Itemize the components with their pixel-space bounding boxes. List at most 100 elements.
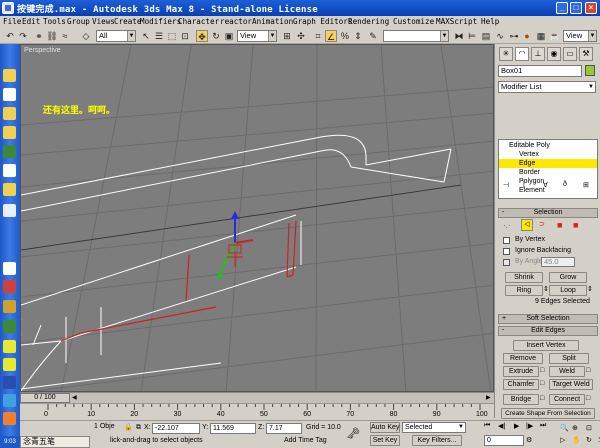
arc-rotate-icon[interactable]: ↻ [586,436,592,444]
app-launch-icon[interactable] [3,164,16,177]
render-scene-icon[interactable]: ▦ [535,30,547,42]
reference-coordinate-dropdown[interactable]: View ▼ [237,30,277,42]
play-icon[interactable]: ▶ [514,422,519,430]
display-tab-icon[interactable]: ▭ [563,47,577,61]
goto-start-icon[interactable]: ⏮ [484,422,490,430]
menu-help[interactable]: Help [481,17,499,26]
app-launch-icon[interactable] [3,145,16,158]
weld-button[interactable]: Weld [549,366,585,377]
app-launch-icon[interactable] [3,262,16,275]
set-key-button[interactable]: Set Key [370,435,400,446]
previous-key-icon[interactable]: ◀| [498,422,505,430]
tray-icon[interactable] [3,412,16,425]
remove-button[interactable]: Remove [503,353,543,364]
tray-icon[interactable] [3,300,16,313]
field-of-view-icon[interactable]: ▷ [560,436,565,444]
quick-render-icon[interactable]: ☕ [549,30,561,42]
curve-editor-icon[interactable]: ∿ [494,30,506,42]
folder-icon[interactable] [3,126,16,139]
maximize-button[interactable]: □ [570,2,582,14]
add-time-tag[interactable]: Add Time Tag [284,437,327,444]
by-angle-checkbox[interactable] [503,259,510,266]
menu-rendering[interactable]: Rendering [348,17,389,26]
transform-gizmo[interactable] [215,211,254,279]
percent-snap-icon[interactable]: % [339,30,351,42]
create-tab-icon[interactable]: ✳ [499,47,513,61]
stack-item-edge[interactable]: Edge [499,159,597,168]
spinner-snap-icon[interactable]: ⇕ [352,30,364,42]
mirror-icon[interactable]: ⧓ [453,30,465,42]
weld-settings-icon[interactable]: □ [586,367,590,374]
motion-tab-icon[interactable]: ◉ [547,47,561,61]
menu-reactor[interactable]: reactor [220,17,252,26]
border-mode-icon[interactable]: ⊃ [539,220,545,228]
ignore-backfacing-checkbox[interactable] [503,248,510,255]
target-weld-button[interactable]: Target Weld [549,379,593,390]
folder-icon[interactable] [3,183,16,196]
pivot-center-icon[interactable]: ⊞ [281,30,293,42]
select-and-rotate-icon[interactable]: ↻ [210,30,222,42]
goto-end-icon[interactable]: ⏭ [540,422,546,430]
hierarchy-tab-icon[interactable]: ⊥ [531,47,545,61]
object-color-swatch[interactable] [585,65,595,76]
menu-create[interactable]: Create [114,17,141,26]
window-crossing-icon[interactable]: ⊡ [179,30,191,42]
y-coordinate-field[interactable]: 11.569 [210,423,256,434]
ring-spinner-icon[interactable]: ⇕ [543,285,549,293]
modifier-list-dropdown[interactable]: Modifier List ▼ [498,81,596,93]
schematic-view-icon[interactable]: ⊶ [508,30,520,42]
redo-icon[interactable]: ↷ [17,30,29,42]
connect-button[interactable]: Connect [549,394,585,405]
object-name-field[interactable]: Box01 [498,65,582,77]
menu-graph-editors[interactable]: Graph Editors [293,17,352,26]
perspective-viewport[interactable]: Perspective 还有这里。呵呵。 [20,44,494,392]
menu-views[interactable]: Views [92,17,115,26]
viewport-label[interactable]: Perspective [24,47,61,54]
modify-tab-icon[interactable]: ◠ [515,47,529,61]
folder-icon[interactable] [3,107,16,120]
app-icon[interactable] [2,2,14,14]
z-coordinate-field[interactable]: 7.17 [266,423,302,434]
selection-filter-dropdown[interactable]: All ▼ [96,30,136,42]
menu-customize[interactable]: Customize [393,17,434,26]
unlink-icon[interactable]: ⛓ [46,30,58,42]
menu-group[interactable]: Group [67,17,90,26]
bridge-button[interactable]: Bridge [503,394,539,405]
remove-modifier-icon[interactable]: ð [563,181,567,188]
app-launch-icon[interactable] [3,88,16,101]
bind-space-warp-icon[interactable]: ≈ [59,30,71,42]
undo-icon[interactable]: ↶ [4,30,16,42]
app-launch-icon[interactable] [3,204,16,217]
app-launch-icon[interactable] [3,280,16,293]
select-manipulate-icon[interactable]: ✣ [295,30,307,42]
select-and-move-icon[interactable]: ✥ [196,30,208,42]
layer-manager-icon[interactable]: ▤ [480,30,492,42]
menu-character[interactable]: Character [178,17,219,26]
menu-maxscript[interactable]: MAXScript [436,17,477,26]
configure-sets-icon[interactable]: ⊞ [583,181,589,189]
tray-icon[interactable] [3,394,16,407]
edit-edges-rollout-header[interactable]: - Edit Edges [498,326,598,336]
x-coordinate-field[interactable]: -22.107 [152,423,200,434]
edge-mode-icon[interactable]: ◁ [521,219,533,231]
extrude-button[interactable]: Extrude [503,366,539,377]
ime-indicator[interactable]: 念青五笔 [20,436,90,448]
tray-icon[interactable] [3,376,16,389]
menu-file[interactable]: File [3,17,21,26]
grow-button[interactable]: Grow [549,272,587,283]
bridge-settings-icon[interactable]: □ [540,395,544,402]
chamfer-settings-icon[interactable]: □ [540,380,544,387]
loop-spinner-icon[interactable]: ⇕ [587,285,593,293]
utilities-tab-icon[interactable]: ⚒ [579,47,593,61]
chamfer-button[interactable]: Chamfer [503,379,539,390]
soft-selection-rollout-header[interactable]: + Soft Selection [498,314,598,324]
key-filters-button[interactable]: Key Filters... [412,435,462,446]
select-object-icon[interactable]: ↖ [140,30,152,42]
create-shape-button[interactable]: Create Shape From Selection [501,408,595,419]
show-end-result-icon[interactable]: | [523,181,525,188]
key-filter-selected-dropdown[interactable]: Selected ▼ [402,422,466,433]
close-button[interactable]: × [585,2,597,14]
lock-selection-icon[interactable]: 🔒 [124,423,133,431]
set-key-mode-icon[interactable]: 🗝 [346,427,360,440]
pan-icon[interactable]: ✋ [572,436,581,444]
